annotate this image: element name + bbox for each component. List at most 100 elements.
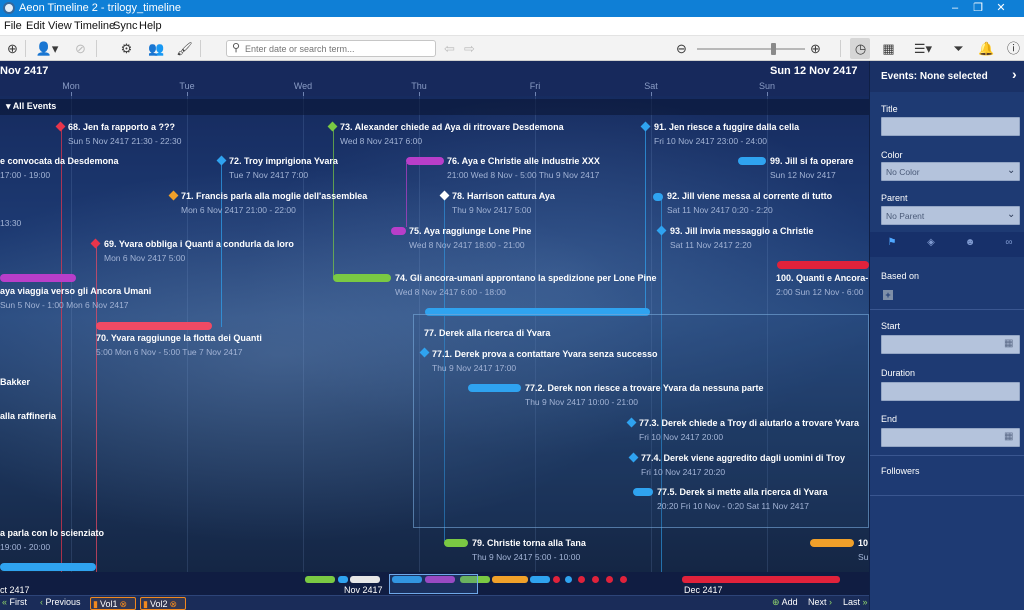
clock-view-icon[interactable]: ◷ (852, 40, 869, 57)
day-gridline (71, 96, 72, 572)
add-entity-icon[interactable]: 👤▾ (34, 40, 60, 57)
event-bar[interactable] (810, 539, 854, 547)
overview-month-label: Dec 2417 (684, 585, 723, 595)
all-events-label: ▾ All Events (6, 101, 57, 111)
search-field[interactable]: ⚲ (226, 40, 436, 57)
link-icon[interactable]: ∞ (999, 237, 1019, 248)
filter-icon[interactable]: ⏷ (950, 40, 967, 57)
event-bar[interactable] (406, 157, 444, 165)
zoom-in-icon[interactable]: ⊕ (807, 40, 824, 57)
timeline-header: Nov 2417 Sun 12 Nov 2417 Mon Tue Wed Thu… (0, 61, 869, 96)
menu-edit[interactable]: Edit (26, 20, 45, 32)
current-day-label: Sun 12 Nov 2417 (770, 65, 858, 77)
last-button[interactable]: Last » (843, 597, 868, 607)
duration-field[interactable] (881, 382, 1020, 401)
close-window-button[interactable]: ✕ (978, 0, 1024, 17)
search-icon: ⚲ (232, 42, 241, 54)
title-field[interactable] (881, 117, 1020, 136)
tag-icon[interactable]: ◈ (921, 237, 941, 248)
color-select[interactable]: No Color ⌄ (881, 162, 1020, 181)
event-bar[interactable] (633, 488, 653, 496)
event-date: Sun 12 Nov 2417 (770, 170, 836, 180)
event-bar[interactable] (444, 539, 468, 547)
tab-vol2[interactable]: ▮ Vol2 ⊗ (140, 597, 186, 610)
overview-month-label: ct 2417 (0, 585, 30, 595)
overview-event (620, 576, 627, 583)
next-button[interactable]: Next › (808, 597, 832, 607)
event-title: 77.4. Derek viene aggredito dagli uomini… (641, 453, 846, 463)
all-events-row[interactable]: ▾ All Events (0, 99, 869, 115)
event-date: 20:20 Fri 10 Nov - 0:20 Sat 11 Nov 2417 (657, 501, 809, 511)
end-date-field[interactable]: ▦ (881, 428, 1020, 447)
calendar-icon[interactable]: ▦ (1004, 431, 1013, 442)
event-bar[interactable] (0, 274, 76, 282)
event-date: 19:00 - 20:00 (0, 542, 51, 552)
timeline-overview[interactable]: ct 2417 Nov 2417 Dec 2417 (0, 572, 869, 595)
event-bar[interactable] (738, 157, 766, 165)
event-bar[interactable] (333, 274, 391, 282)
grid-view-icon[interactable]: ▦ (880, 40, 897, 57)
overview-event (530, 576, 550, 583)
start-date-field[interactable]: ▦ (881, 335, 1020, 354)
close-tab-icon[interactable]: ⊗ (119, 599, 127, 609)
event-title: 79. Christie torna alla Tana (472, 538, 586, 548)
forward-arrow-icon[interactable]: ⇨ (461, 40, 478, 57)
flag-icon[interactable]: ⚑ (882, 237, 902, 248)
event-bar[interactable] (391, 227, 406, 235)
event-bar[interactable] (777, 261, 869, 269)
zoom-slider-track[interactable] (697, 48, 805, 50)
add-button[interactable]: ⊕ Add (772, 597, 798, 608)
menu-view[interactable]: View (48, 20, 72, 32)
day-label: Thu (411, 81, 427, 91)
menu-help[interactable]: Help (139, 20, 162, 32)
delete-icon[interactable]: ⊘ (72, 40, 89, 57)
menu-file[interactable]: File (4, 20, 22, 32)
entities-icon[interactable]: 👥 (148, 40, 165, 57)
overview-event (606, 576, 613, 583)
toolbar-separator (840, 40, 841, 57)
event-date: Wed 8 Nov 2417 6:00 (340, 136, 423, 146)
overview-event (350, 576, 380, 583)
event-date: 21:00 Wed 8 Nov - 5:00 Thu 9 Nov 2417 (447, 170, 600, 180)
overview-event (338, 576, 348, 583)
event-bar[interactable] (653, 193, 663, 201)
event-bar[interactable] (468, 384, 521, 392)
list-view-icon[interactable]: ☰▾ (910, 40, 936, 57)
event-bar[interactable] (0, 563, 96, 571)
back-arrow-icon[interactable]: ⇦ (441, 40, 458, 57)
event-title: 77.2. Derek non riesce a trovare Yvara d… (525, 383, 764, 393)
timeline-canvas[interactable]: Nov 2417 Sun 12 Nov 2417 Mon Tue Wed Thu… (0, 61, 869, 595)
overview-event (578, 576, 585, 583)
tab-vol1[interactable]: ▮ Vol1 ⊗ (90, 597, 136, 610)
overview-event (553, 576, 560, 583)
app-logo-icon (3, 2, 15, 14)
add-based-on-icon[interactable]: + (883, 290, 893, 300)
people-icon[interactable]: ☻ (960, 237, 980, 248)
zoom-slider-thumb[interactable] (771, 43, 776, 55)
calendar-icon[interactable]: ▦ (1004, 338, 1013, 349)
overview-viewport[interactable] (389, 574, 478, 594)
menu-sync[interactable]: Sync (113, 20, 137, 32)
event-title: 78. Harrison cattura Aya (452, 191, 555, 201)
menu-timeline[interactable]: Timeline (74, 20, 115, 32)
previous-button[interactable]: ‹ Previous (40, 597, 81, 607)
settings-gear-icon[interactable]: ⚙ (118, 40, 135, 57)
brush-icon[interactable]: 🖌 (176, 40, 193, 57)
close-tab-icon[interactable]: ⊗ (169, 599, 177, 609)
parent-select[interactable]: No Parent ⌄ (881, 206, 1020, 225)
event-date: Thu 9 Nov 2417 10:00 - 21:00 (525, 397, 638, 407)
add-event-icon[interactable]: ⊕ (4, 40, 21, 57)
chevron-down-icon: ⌄ (1007, 165, 1016, 176)
event-bar[interactable] (96, 322, 212, 330)
first-button[interactable]: « First (2, 597, 27, 607)
collapse-panel-icon[interactable]: › (1012, 66, 1017, 82)
search-input[interactable] (245, 42, 430, 55)
event-date: Su (858, 552, 869, 562)
zoom-out-icon[interactable]: ⊖ (673, 40, 690, 57)
last-arrow-icon: » (862, 597, 868, 607)
info-icon[interactable]: ⓘ (1005, 40, 1022, 57)
day-label: Tue (179, 81, 195, 91)
menu-bar: File Edit View Timeline Sync Help (0, 17, 1024, 36)
previous-arrow-icon: ‹ (40, 597, 43, 607)
notifications-bell-icon[interactable]: 🔔 (978, 40, 995, 57)
